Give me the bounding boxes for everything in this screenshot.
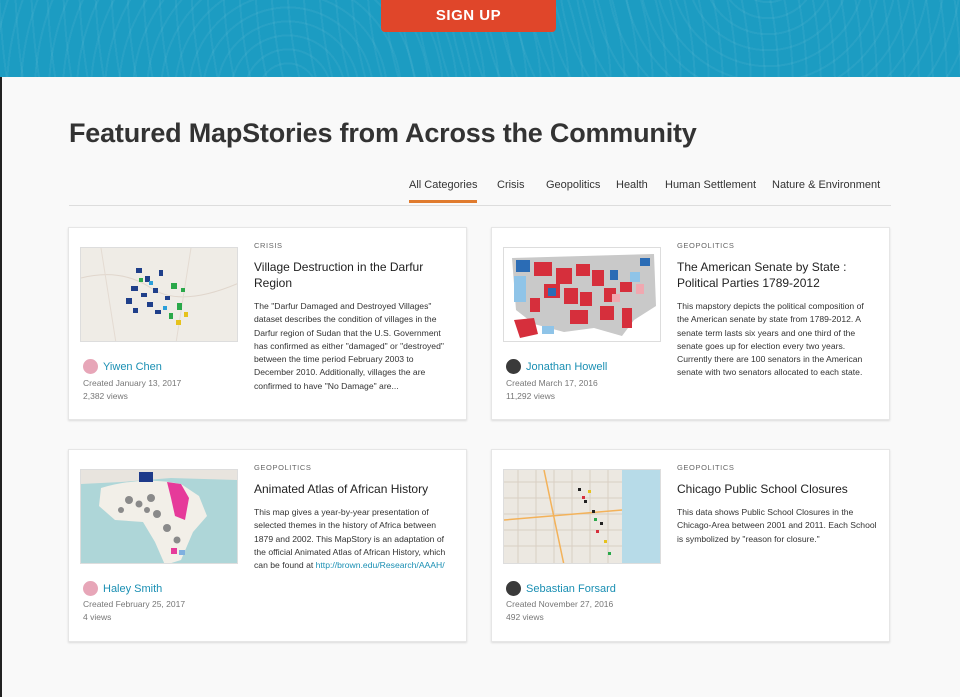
author-row: Haley Smith (83, 580, 162, 597)
created-date: Created November 27, 2016 (506, 599, 614, 609)
tab-nature-environment[interactable]: Nature & Environment (772, 179, 880, 191)
map-thumbnail[interactable] (80, 469, 238, 564)
mapstory-card[interactable]: Haley Smith Created February 25, 2017 4 … (68, 449, 467, 642)
avatar (83, 359, 98, 375)
card-category: GEOPOLITICS (677, 241, 735, 250)
author-row: Yiwen Chen (83, 358, 162, 375)
created-date: Created March 17, 2016 (506, 378, 598, 388)
card-description: This data shows Public School Closures i… (677, 507, 877, 544)
map-thumbnail[interactable] (503, 469, 661, 564)
tab-health[interactable]: Health (616, 179, 648, 191)
card-description: This map gives a year-by-year presentati… (254, 506, 454, 572)
author-row: Sebastian Forsard (506, 580, 616, 597)
card-category: GEOPOLITICS (254, 463, 312, 472)
section-title: Featured MapStories from Across the Comm… (69, 118, 697, 148)
view-count: 492 views (506, 612, 544, 622)
card-title[interactable]: Animated Atlas of African History (254, 481, 454, 497)
card-description: This mapstory depicts the political comp… (677, 301, 864, 378)
card-title[interactable]: The American Senate by State : Political… (677, 259, 877, 291)
tab-geopolitics[interactable]: Geopolitics (546, 179, 600, 191)
sign-up-button[interactable]: SIGN UP (381, 0, 556, 32)
avatar (506, 581, 521, 597)
avatar (506, 359, 521, 375)
hero-banner: SIGN UP (0, 0, 960, 77)
view-count: 4 views (83, 612, 112, 622)
card-category: GEOPOLITICS (677, 463, 735, 472)
created-date: Created February 25, 2017 (83, 599, 186, 609)
author-row: Jonathan Howell (506, 358, 607, 375)
author-link[interactable]: Haley Smith (103, 583, 162, 595)
card-description: The "Darfur Damaged and Destroyed Villag… (254, 301, 444, 391)
mapstory-card[interactable]: Sebastian Forsard Created November 27, 2… (491, 449, 890, 642)
tab-human-settlement[interactable]: Human Settlement (665, 179, 756, 191)
tab-all-categories[interactable]: All Categories (409, 179, 478, 203)
mapstory-card[interactable]: Jonathan Howell Created March 17, 2016 1… (491, 227, 890, 420)
mapstory-card[interactable]: Yiwen Chen Created January 13, 2017 2,38… (68, 227, 467, 420)
author-link[interactable]: Sebastian Forsard (526, 583, 616, 595)
page-left-border (0, 77, 2, 697)
view-count: 2,382 views (83, 391, 128, 401)
map-thumbnail[interactable] (503, 247, 661, 342)
map-thumbnail[interactable] (80, 247, 238, 342)
view-count: 11,292 views (506, 391, 555, 401)
card-title[interactable]: Chicago Public School Closures (677, 481, 877, 497)
aaah-link[interactable]: http://brown.edu/Research/AAAH/ (316, 560, 445, 570)
author-link[interactable]: Jonathan Howell (526, 361, 607, 373)
card-title[interactable]: Village Destruction in the Darfur Region (254, 259, 454, 291)
category-tabs: All Categories Crisis Geopolitics Health… (69, 172, 891, 206)
avatar (83, 581, 98, 597)
author-link[interactable]: Yiwen Chen (103, 361, 162, 373)
tab-crisis[interactable]: Crisis (497, 179, 525, 191)
card-category: CRISIS (254, 241, 283, 250)
created-date: Created January 13, 2017 (83, 378, 182, 388)
